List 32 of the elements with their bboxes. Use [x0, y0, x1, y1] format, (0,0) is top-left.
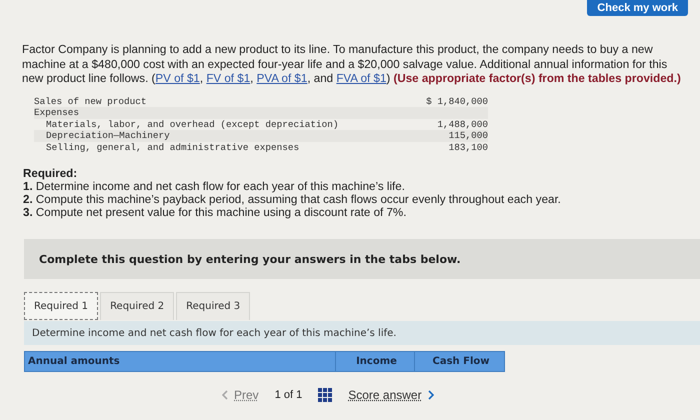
- row-amount: 183,100: [448, 142, 488, 153]
- requirement-text: 2. Compute this machine’s payback period, assuming that cash flows occur evenly throughout each year.: [23, 193, 562, 206]
- required-heading: Required:: [23, 167, 78, 180]
- row-amount: 115,000: [448, 130, 488, 142]
- task-text: Determine income and net cash flow for each year of this machine’s life.: [32, 328, 396, 338]
- row-amount: $ 1,840,000: [426, 96, 488, 107]
- requirement-text: 1. Determine income and net cash flow for each year of this machine’s life.: [23, 180, 406, 193]
- grid-icon[interactable]: [318, 388, 332, 402]
- problem-paragraph: Factor Company is planning to add a new product to its line. To manufacture this product, the company needs to buy a new machine at a $480,000 cost with an expected four-year life and a $20,000 salvage value. Additional annual information for this new product line follows. (PV of $1, FV of $1, PVA of $1, and FVA of $1) (Use appropriate factor(s) from the tables provided.): [22, 43, 682, 86]
- column-header: Income: [335, 352, 414, 371]
- score-answer-button[interactable]: Score answer: [348, 388, 434, 402]
- row-label: Expenses: [34, 107, 80, 118]
- page-indicator: 1 of 1: [274, 389, 302, 401]
- row-amount: 1,488,000: [437, 118, 488, 130]
- row-label: Materials, labor, and overhead (except depreciation): [46, 118, 339, 130]
- tab[interactable]: Required 1: [24, 292, 98, 320]
- requirement-text: 3. Compute net present value for this machine using a discount rate of 7%.: [23, 206, 408, 219]
- table-link[interactable]: FVA of $1: [336, 72, 386, 85]
- table-link[interactable]: PVA of $1: [256, 72, 308, 85]
- tab[interactable]: Required 2: [100, 292, 174, 320]
- chevron-left-icon: [222, 390, 228, 400]
- column-header: Annual amounts: [27, 355, 121, 369]
- tab[interactable]: Required 3: [176, 292, 250, 320]
- row-label: Depreciation—Machinery: [46, 130, 170, 142]
- instructions-text: Complete this question by entering your answers in the tabs below.: [39, 252, 461, 266]
- check-my-work-button[interactable]: Check my work: [587, 0, 688, 16]
- row-label: Selling, general, and administrative expenses: [46, 142, 300, 153]
- chevron-right-icon: [428, 390, 434, 400]
- column-header: Cash Flow: [414, 352, 504, 371]
- table-link[interactable]: PV of $1: [155, 72, 200, 85]
- table-link[interactable]: FV of $1: [206, 72, 250, 85]
- row-label: Sales of new product: [34, 96, 147, 107]
